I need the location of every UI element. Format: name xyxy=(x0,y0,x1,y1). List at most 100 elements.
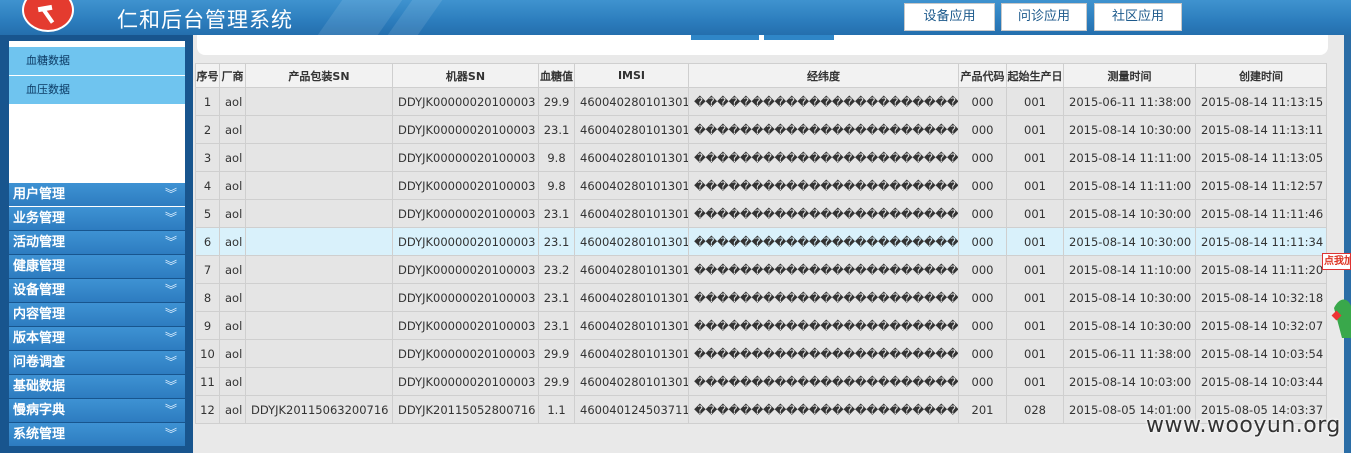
double-chevron-down-icon: ︾ xyxy=(164,211,177,225)
cell-machine-sn: DDYJK00000020100003 xyxy=(392,283,539,312)
cell-vendor: aol xyxy=(219,227,246,256)
cell-vendor: aol xyxy=(219,143,246,172)
table-row[interactable]: 11 aol DDYJK00000020100003 29.9 460040280101… xyxy=(195,367,1327,396)
toolbar-button[interactable] xyxy=(691,35,759,40)
cell-index: 2 xyxy=(195,115,220,144)
sidebar: 血糖数据 血压数据 用户管理 ︾ 业务管理 ︾ 活动管理 ︾ 健康管理 ︾ 设备管理 ︾ … xyxy=(0,35,193,453)
cell-create-time: 2015-08-14 11:13:11 xyxy=(1195,115,1327,144)
cell-glucose: 23.1 xyxy=(538,283,575,312)
cell-vendor: aol xyxy=(219,87,246,116)
floating-ad[interactable]: 点我加 xyxy=(1322,253,1351,343)
cell-index: 12 xyxy=(195,395,220,424)
sidebar-item-activity-management[interactable]: 活动管理 ︾ xyxy=(9,231,185,254)
column-header-machine-sn[interactable]: 机器SN xyxy=(392,63,539,88)
cell-imsi: 460040280101301 xyxy=(574,87,689,116)
cell-imsi: 460040280101301 xyxy=(574,171,689,200)
cell-machine-sn: DDYJK00000020100003 xyxy=(392,199,539,228)
cell-coordinates: �������������������������� xyxy=(688,87,959,116)
cell-create-time: 2015-08-14 11:11:20 xyxy=(1195,255,1327,284)
sidebar-item-business-management[interactable]: 业务管理 ︾ xyxy=(9,207,185,230)
sidebar-item-label: 活动管理 xyxy=(13,235,66,250)
sidebar-item-label: 版本管理 xyxy=(13,331,66,346)
cell-coordinates: �������������������������� xyxy=(688,171,959,200)
table-row[interactable]: 3 aol DDYJK00000020100003 9.8 46004028010130… xyxy=(195,143,1327,172)
cell-machine-sn: DDYJK00000020100003 xyxy=(392,171,539,200)
sidebar-item-version-management[interactable]: 版本管理 ︾ xyxy=(9,327,185,350)
cell-index: 4 xyxy=(195,171,220,200)
column-header-glucose[interactable]: 血糖值 xyxy=(538,63,575,88)
double-chevron-down-icon: ︾ xyxy=(164,379,177,393)
tab-device-apps[interactable]: 设备应用 xyxy=(904,3,995,31)
sidebar-item-system-management[interactable]: 系统管理 ︾ xyxy=(9,423,185,446)
cell-measure-time: 2015-06-11 11:38:00 xyxy=(1063,339,1196,368)
column-header-package-sn[interactable]: 产品包装SN xyxy=(245,63,393,88)
table-row[interactable]: 6 aol DDYJK00000020100003 23.1 4600402801013… xyxy=(195,227,1327,256)
sidebar-item-label: 基础数据 xyxy=(13,379,66,394)
sidebar-item-questionnaire[interactable]: 问卷调查 ︾ xyxy=(9,351,185,374)
submenu-item-blood-pressure[interactable]: 血压数据 xyxy=(9,76,185,104)
cell-production-date: 001 xyxy=(1006,87,1064,116)
table-header-row: 序号 厂商 产品包装SN 机器SN 血糖值 IMSI 经纬度 产品代码 起始生产… xyxy=(195,63,1327,88)
table-row[interactable]: 2 aol DDYJK00000020100003 23.1 4600402801013… xyxy=(195,115,1327,144)
column-header-coordinates[interactable]: 经纬度 xyxy=(688,63,959,88)
double-chevron-down-icon: ︾ xyxy=(164,331,177,345)
sidebar-item-content-management[interactable]: 内容管理 ︾ xyxy=(9,303,185,326)
submenu-item-blood-glucose[interactable]: 血糖数据 xyxy=(9,47,185,75)
column-header-vendor[interactable]: 厂商 xyxy=(219,63,246,88)
cell-production-date: 001 xyxy=(1006,311,1064,340)
cell-machine-sn: DDYJK00000020100003 xyxy=(392,115,539,144)
sidebar-item-label: 内容管理 xyxy=(13,307,66,322)
toolbar-button[interactable] xyxy=(764,35,834,40)
column-header-production-date[interactable]: 起始生产日 xyxy=(1006,63,1064,88)
column-header-product-code[interactable]: 产品代码 xyxy=(958,63,1007,88)
cell-measure-time: 2015-08-14 10:30:00 xyxy=(1063,227,1196,256)
cell-package-sn: DDYJK20115063200716 xyxy=(245,395,393,424)
sidebar-item-user-management[interactable]: 用户管理 ︾ xyxy=(9,183,185,206)
cell-glucose: 23.1 xyxy=(538,115,575,144)
cell-imsi: 460040280101301 xyxy=(574,199,689,228)
table-row[interactable]: 7 aol DDYJK00000020100003 23.2 4600402801013… xyxy=(195,255,1327,284)
cell-product-code: 000 xyxy=(958,367,1007,396)
tab-community-apps[interactable]: 社区应用 xyxy=(1094,3,1182,31)
cell-coordinates: �������������������������� xyxy=(688,395,959,424)
cell-package-sn xyxy=(245,311,393,340)
cell-product-code: 000 xyxy=(958,115,1007,144)
cell-production-date: 001 xyxy=(1006,115,1064,144)
column-header-create-time[interactable]: 创建时间 xyxy=(1195,63,1327,88)
cell-index: 8 xyxy=(195,283,220,312)
cell-machine-sn: DDYJK00000020100003 xyxy=(392,227,539,256)
cell-production-date: 001 xyxy=(1006,367,1064,396)
cell-production-date: 001 xyxy=(1006,199,1064,228)
table-row[interactable]: 9 aol DDYJK00000020100003 23.1 4600402801013… xyxy=(195,311,1327,340)
cell-index: 3 xyxy=(195,143,220,172)
sidebar-item-health-management[interactable]: 健康管理 ︾ xyxy=(9,255,185,278)
table-row[interactable]: 5 aol DDYJK00000020100003 23.1 4600402801013… xyxy=(195,199,1327,228)
cell-machine-sn: DDYJK00000020100003 xyxy=(392,311,539,340)
sidebar-item-chronic-dictionary[interactable]: 慢病字典 ︾ xyxy=(9,399,185,422)
cell-production-date: 001 xyxy=(1006,339,1064,368)
column-header-measure-time[interactable]: 测量时间 xyxy=(1063,63,1196,88)
window-edge xyxy=(1344,35,1351,453)
table-row[interactable]: 8 aol DDYJK00000020100003 23.1 4600402801013… xyxy=(195,283,1327,312)
column-header-imsi[interactable]: IMSI xyxy=(574,63,689,88)
cell-index: 5 xyxy=(195,199,220,228)
app-window: 仁和后台管理系统 设备应用 问诊应用 社区应用 血糖数据 血压数据 用户管理 ︾ … xyxy=(0,0,1351,453)
cell-measure-time: 2015-08-14 11:11:00 xyxy=(1063,143,1196,172)
sidebar-item-device-management[interactable]: 设备管理 ︾ xyxy=(9,279,185,302)
cell-package-sn xyxy=(245,339,393,368)
floating-ad-label[interactable]: 点我加 xyxy=(1322,253,1351,270)
cell-glucose: 9.8 xyxy=(538,143,575,172)
cell-glucose: 29.9 xyxy=(538,367,575,396)
cell-imsi: 460040280101301 xyxy=(574,255,689,284)
table-row[interactable]: 10 aol DDYJK00000020100003 29.9 460040280101… xyxy=(195,339,1327,368)
cell-coordinates: �������������������������� xyxy=(688,283,959,312)
cell-imsi: 460040280101301 xyxy=(574,283,689,312)
tab-consultation-apps[interactable]: 问诊应用 xyxy=(1001,3,1087,31)
table-row[interactable]: 4 aol DDYJK00000020100003 9.8 46004028010130… xyxy=(195,171,1327,200)
cell-glucose: 1.1 xyxy=(538,395,575,424)
column-header-index[interactable]: 序号 xyxy=(195,63,220,88)
sidebar-item-base-data[interactable]: 基础数据 ︾ xyxy=(9,375,185,398)
table-row[interactable]: 1 aol DDYJK00000020100003 29.9 4600402801013… xyxy=(195,87,1327,116)
main-content: 序号 厂商 产品包装SN 机器SN 血糖值 IMSI 经纬度 产品代码 起始生产… xyxy=(193,35,1344,453)
cell-create-time: 2015-08-14 10:32:07 xyxy=(1195,311,1327,340)
